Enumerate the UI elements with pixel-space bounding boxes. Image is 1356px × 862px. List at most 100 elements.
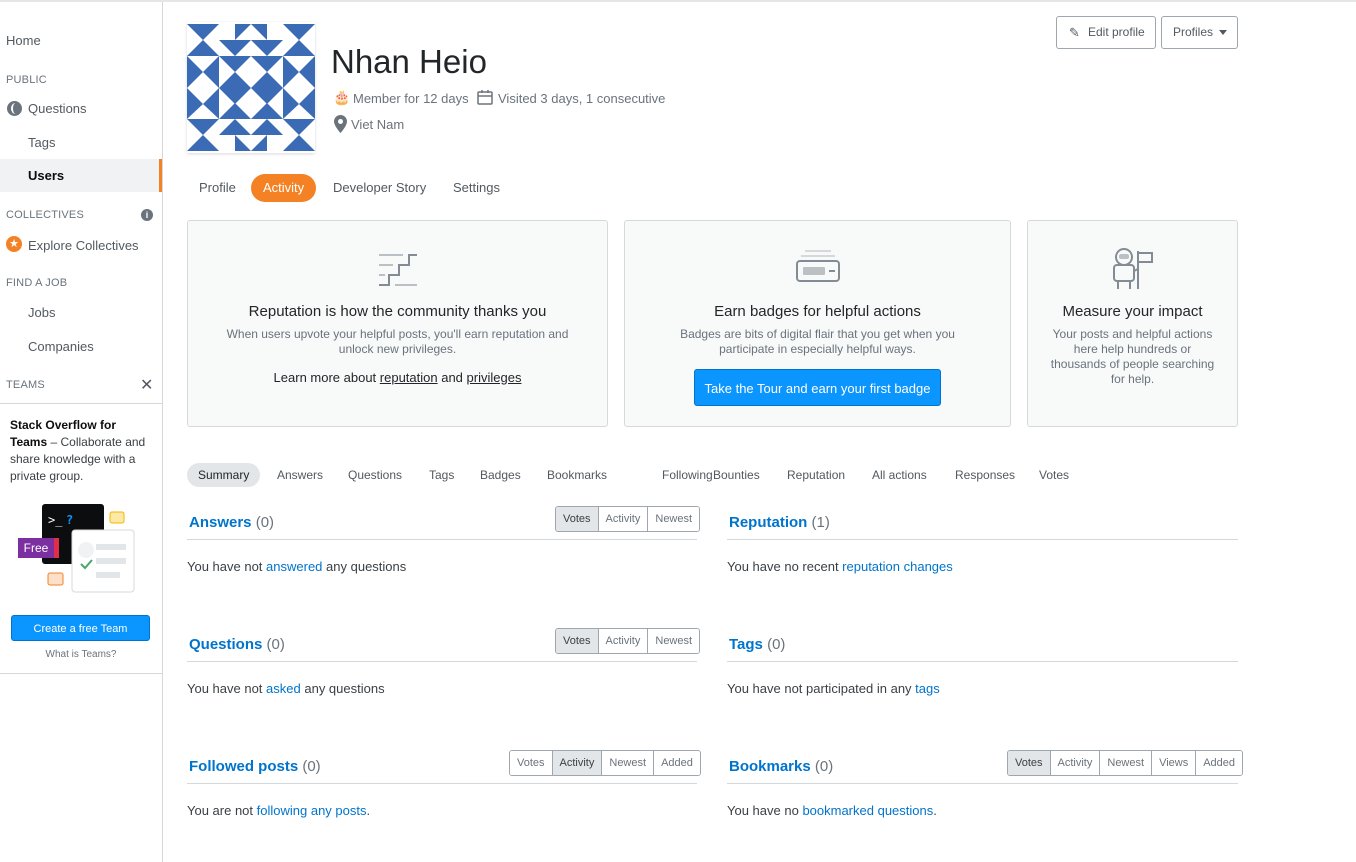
teams-promo-text: Stack Overflow for Teams – Collaborate a… (10, 417, 150, 485)
subtab-following[interactable]: Following (662, 463, 713, 487)
tab-profile[interactable]: Profile (199, 174, 236, 202)
create-team-button[interactable]: Create a free Team (11, 615, 150, 641)
nav-users[interactable]: Users (0, 159, 162, 192)
nav-heading-teams: TEAMS (6, 379, 45, 391)
subtab-questions[interactable]: Questions (348, 463, 402, 487)
tab-settings[interactable]: Settings (453, 174, 500, 202)
sort-views[interactable]: Views (1152, 751, 1197, 775)
following-posts-link[interactable]: following any posts (257, 803, 367, 818)
reputation-link[interactable]: reputation (380, 370, 438, 385)
answered-link[interactable]: answered (266, 559, 322, 574)
subtab-summary[interactable]: Summary (187, 463, 261, 487)
sort-votes[interactable]: Votes (510, 751, 553, 775)
edit-profile-button[interactable]: ✎ Edit profile (1056, 16, 1156, 49)
cake-icon: 🎂 (333, 89, 351, 105)
reputation-changes-link[interactable]: reputation changes (842, 559, 953, 574)
badge-icon (796, 250, 840, 282)
tab-developer-story[interactable]: Developer Story (333, 174, 426, 202)
subtab-bookmarks[interactable]: Bookmarks (547, 463, 607, 487)
sort-votes[interactable]: Votes (1008, 751, 1051, 775)
impact-card: Measure your impact Your posts and helpf… (1027, 220, 1238, 427)
divider (187, 783, 697, 784)
sort-newest[interactable]: Newest (648, 629, 700, 653)
badges-card-title: Earn badges for helpful actions (714, 303, 921, 320)
sort-activity[interactable]: Activity (598, 507, 649, 531)
answers-empty-text: You have not answered any questions (187, 559, 406, 574)
tags-link[interactable]: tags (915, 681, 940, 696)
empty-text-suffix: . (933, 803, 937, 818)
badges-card: Earn badges for helpful actions Badges a… (624, 220, 1011, 427)
user-avatar[interactable] (187, 22, 315, 153)
subtab-bounties[interactable]: Bounties (713, 463, 760, 487)
divider (187, 661, 697, 662)
svg-text:?: ? (66, 513, 73, 527)
subtab-responses[interactable]: Responses (955, 463, 1015, 487)
subtab-votes[interactable]: Votes (1039, 463, 1069, 487)
tab-activity[interactable]: Activity (251, 174, 317, 202)
teams-promo: Stack Overflow for Teams – Collaborate a… (0, 403, 162, 674)
nav-explore-collectives[interactable]: Explore Collectives (28, 238, 162, 253)
sort-newest[interactable]: Newest (648, 507, 700, 531)
reputation-card-desc: When users upvote your helpful posts, yo… (226, 327, 569, 356)
asked-link[interactable]: asked (266, 681, 301, 696)
profiles-dropdown[interactable]: Profiles (1161, 16, 1238, 49)
privileges-link[interactable]: privileges (467, 370, 522, 385)
nav-questions[interactable]: Questions (28, 101, 158, 116)
learn-more-and: and (437, 370, 467, 385)
reputation-heading[interactable]: Reputation (1) (729, 514, 830, 531)
collective-star-icon: ★ (6, 236, 22, 252)
take-tour-button[interactable]: Take the Tour and earn your first badge (694, 369, 941, 406)
subtab-badges[interactable]: Badges (480, 463, 521, 487)
nav-heading-find-job: FIND A JOB (6, 277, 68, 289)
bookmarks-empty-text: You have no bookmarked questions. (727, 803, 937, 818)
subtab-reputation[interactable]: Reputation (787, 463, 845, 487)
sort-added[interactable]: Added (1196, 751, 1243, 775)
sort-activity[interactable]: Activity (1050, 751, 1101, 775)
subtab-answers[interactable]: Answers (277, 463, 323, 487)
sort-newest[interactable]: Newest (1100, 751, 1153, 775)
questions-title: Questions (189, 636, 263, 653)
bookmarks-title: Bookmarks (729, 758, 811, 775)
reputation-title: Reputation (729, 514, 808, 531)
avatar-identicon (187, 24, 315, 151)
info-icon[interactable]: i (141, 209, 153, 221)
close-icon[interactable]: ✕ (140, 375, 153, 395)
learn-more-prefix: Learn more about (273, 370, 380, 385)
followed-posts-heading[interactable]: Followed posts (0) (189, 758, 321, 775)
sort-votes[interactable]: Votes (556, 507, 599, 531)
empty-text-suffix: any questions (300, 681, 385, 696)
questions-heading[interactable]: Questions (0) (189, 636, 285, 653)
user-location: Viet Nam (351, 117, 405, 132)
sort-added[interactable]: Added (654, 751, 700, 775)
globe-icon (7, 101, 22, 116)
subtab-tags[interactable]: Tags (429, 463, 454, 487)
sort-votes[interactable]: Votes (556, 629, 599, 653)
answers-heading[interactable]: Answers (0) (189, 514, 274, 531)
reputation-count: (1) (811, 514, 830, 531)
reputation-card-title: Reputation is how the community thanks y… (248, 303, 547, 320)
bookmarked-questions-link[interactable]: bookmarked questions (802, 803, 933, 818)
badges-card-desc: Badges are bits of digital flair that yo… (680, 327, 955, 356)
nav-jobs[interactable]: Jobs (28, 305, 158, 320)
tags-heading[interactable]: Tags (0) (729, 636, 785, 653)
what-is-teams-link[interactable]: What is Teams? (0, 649, 162, 660)
nav-home[interactable]: Home (6, 33, 168, 48)
reputation-empty-text: You have no recent reputation changes (727, 559, 953, 574)
followed-empty-text: You are not following any posts. (187, 803, 370, 818)
divider (727, 539, 1238, 540)
nav-tags[interactable]: Tags (28, 135, 158, 150)
nav-companies[interactable]: Companies (28, 339, 158, 354)
empty-text-prefix: You have no (727, 803, 803, 818)
sort-activity[interactable]: Activity (598, 629, 649, 653)
subtab-all-actions[interactable]: All actions (872, 463, 927, 487)
member-for: Member for 12 days (353, 91, 469, 106)
bookmarks-sort-filter: Votes Activity Newest Views Added (1007, 750, 1244, 776)
sort-activity[interactable]: Activity (552, 751, 603, 775)
sort-newest[interactable]: Newest (602, 751, 655, 775)
divider (727, 661, 1238, 662)
tags-title: Tags (729, 636, 763, 653)
nav-users-label: Users (28, 168, 65, 183)
divider (727, 783, 1238, 784)
bookmarks-heading[interactable]: Bookmarks (0) (729, 758, 833, 775)
free-badge: Free (18, 538, 59, 558)
